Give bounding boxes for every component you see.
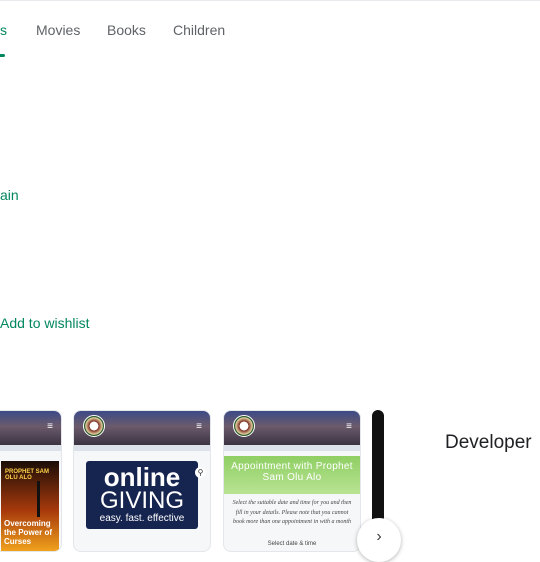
giving-tagline: easy. fast. effective — [99, 513, 185, 524]
site-header: ≡ — [224, 411, 360, 445]
site-nav-bar — [0, 445, 61, 451]
menu-icon: ≡ — [346, 421, 352, 432]
screenshot-3[interactable]: ≡ Appointment with Prophet Sam Olu Alo S… — [223, 410, 361, 552]
church-logo-icon — [83, 415, 105, 437]
menu-icon: ≡ — [196, 421, 202, 432]
developer-section-heading: Developer — [445, 432, 532, 453]
screenshot-1[interactable]: ≡ PROPHET SAM OLU ALO Overcoming the Pow… — [0, 410, 62, 552]
menu-icon: ≡ — [47, 421, 53, 432]
site-nav-bar — [74, 445, 210, 451]
appointment-instructions: Select the suitable date and time for yo… — [232, 500, 352, 525]
tab-movies[interactable]: Movies — [36, 22, 80, 38]
site-header: ≡ — [0, 411, 61, 445]
giving-line-2: GIVING — [99, 487, 184, 514]
top-divider — [0, 0, 540, 1]
action-link[interactable]: ain — [0, 187, 19, 203]
chevron-right-icon: › — [376, 528, 382, 545]
date-time-field-label: Select date & time — [267, 541, 317, 547]
church-logo-icon — [233, 415, 255, 437]
next-screenshot-button[interactable]: › — [357, 518, 401, 562]
tab-books[interactable]: Books — [107, 22, 146, 38]
online-giving-banner: online GIVING easy. fast. effective — [86, 461, 198, 529]
tab-apps[interactable]: s — [0, 22, 7, 38]
poster-title: Overcoming the Power of Curses — [4, 519, 53, 546]
book-poster: PROPHET SAM OLU ALO Overcoming the Power… — [1, 461, 59, 551]
active-tab-indicator — [0, 54, 5, 57]
tab-children[interactable]: Children — [173, 22, 225, 38]
add-to-wishlist-button[interactable]: Add to wishlist — [0, 315, 89, 331]
figure-silhouette — [37, 481, 40, 517]
appointment-title: Appointment with Prophet Sam Olu Alo — [231, 461, 353, 483]
site-header: ≡ — [74, 411, 210, 445]
search-icon: ⚲ — [195, 467, 206, 478]
poster-author: PROPHET SAM OLU ALO — [5, 469, 50, 481]
site-nav-bar — [224, 445, 360, 451]
screenshot-2[interactable]: ≡ online GIVING easy. fast. effective ⚲ — [73, 410, 211, 552]
